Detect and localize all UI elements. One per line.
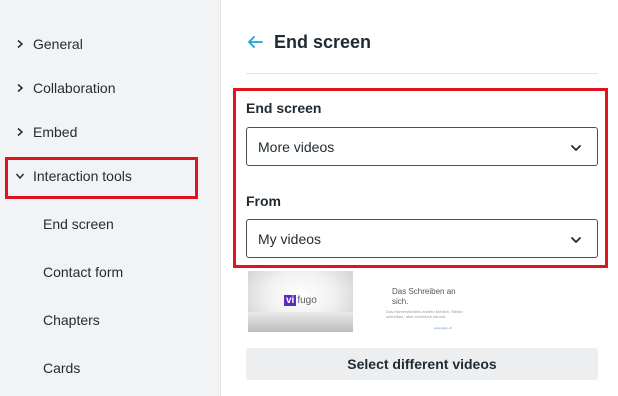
- video-thumbnail[interactable]: Das Schreiben an sich. Das Hörverständni…: [356, 271, 476, 332]
- sidebar-item-collaboration[interactable]: Collaboration: [0, 76, 221, 100]
- thumbnail-body: Das Hörverständnis andere Medien. Stefan…: [386, 309, 463, 319]
- thumbnail-floor: [248, 312, 353, 332]
- sidebar-item-label: Collaboration: [33, 80, 116, 96]
- arrow-left-icon[interactable]: [246, 33, 264, 51]
- chevron-right-icon: [14, 82, 26, 94]
- vifugo-logo: vi fugo: [284, 295, 317, 306]
- sidebar-subitem-end-screen[interactable]: End screen: [43, 216, 114, 232]
- sidebar-item-label: Embed: [33, 124, 78, 140]
- highlight-box-form: [233, 88, 608, 268]
- chevron-right-icon: [14, 126, 26, 138]
- sidebar-item-embed[interactable]: Embed: [0, 120, 221, 144]
- video-thumbnail[interactable]: vi fugo: [248, 271, 353, 332]
- sidebar-item-label: General: [33, 36, 83, 52]
- sidebar-subitem-cards[interactable]: Cards: [43, 360, 80, 376]
- select-different-videos-button[interactable]: Select different videos: [246, 348, 598, 380]
- video-thumbnails: vi fugo Das Schreiben an sich. Das Hörver…: [248, 271, 596, 333]
- thumbnail-footer: www.vigilo.ch: [434, 326, 453, 330]
- page-title: End screen: [274, 32, 372, 52]
- thumbnail-title: Das Schreiben an sich.: [392, 287, 456, 306]
- sidebar-subitem-contact-form[interactable]: Contact form: [43, 264, 123, 280]
- chevron-right-icon: [14, 38, 26, 50]
- header-divider: [246, 73, 598, 74]
- sidebar-item-general[interactable]: General: [0, 32, 221, 56]
- highlight-box-sidebar: [5, 157, 198, 199]
- sidebar-subitem-chapters[interactable]: Chapters: [43, 312, 100, 328]
